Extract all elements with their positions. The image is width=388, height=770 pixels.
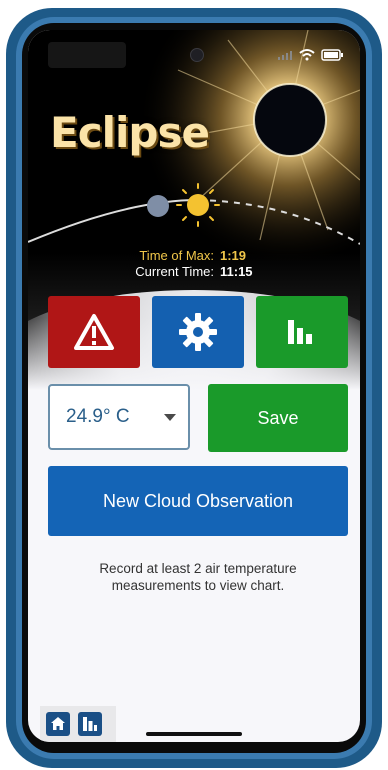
status-bar-left-block: [48, 42, 126, 68]
status-bar: [28, 30, 360, 74]
status-icons: [278, 49, 343, 61]
home-indicator[interactable]: [146, 732, 242, 736]
signal-icon: [278, 51, 292, 60]
time-of-max-row: Time of Max: 1:19: [28, 248, 360, 263]
current-time-label: Current Time:: [135, 264, 214, 279]
save-button[interactable]: Save: [208, 384, 348, 452]
warning-button[interactable]: [48, 296, 140, 368]
bar-chart-icon: [288, 320, 312, 344]
chevron-down-icon: [164, 414, 176, 421]
tab-chart[interactable]: [78, 712, 102, 736]
gear-icon: [179, 313, 217, 351]
app-title: Eclipse: [50, 108, 210, 157]
warning-icon: [74, 314, 114, 350]
bar-chart-icon: [83, 717, 97, 731]
current-time-value: 11:15: [220, 264, 253, 279]
battery-icon: [321, 49, 343, 61]
temperature-select[interactable]: 24.9° C: [48, 384, 190, 450]
wifi-icon: [299, 49, 315, 61]
time-of-max-value: 1:19: [220, 248, 247, 263]
front-camera: [190, 48, 204, 62]
time-of-max-label: Time of Max:: [139, 248, 214, 263]
bottom-tab-bar: [40, 706, 116, 742]
moon-marker: [147, 195, 169, 217]
home-icon: [51, 717, 65, 730]
temperature-value: 24.9° C: [66, 406, 130, 427]
chart-button[interactable]: [256, 296, 348, 368]
new-cloud-observation-button[interactable]: New Cloud Observation: [48, 466, 348, 536]
current-time-row: Current Time: 11:15: [28, 264, 360, 279]
settings-button[interactable]: [152, 296, 244, 368]
tab-home[interactable]: [46, 712, 70, 736]
chart-hint-text: Record at least 2 air temperature measur…: [99, 561, 297, 593]
app-screen: Eclipse Time of Max: 1:19 Current Time: 11…: [28, 30, 360, 742]
